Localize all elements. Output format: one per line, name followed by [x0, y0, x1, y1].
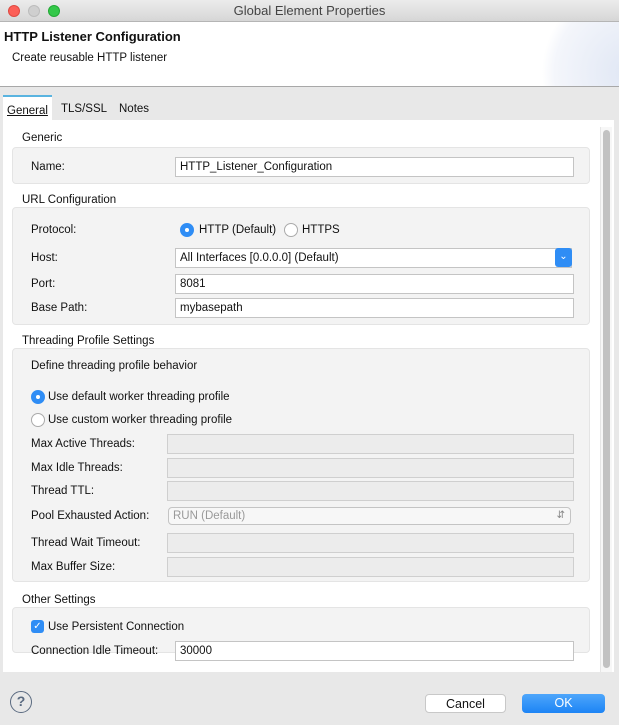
- protocol-https-radio[interactable]: [284, 223, 298, 237]
- window-title: Global Element Properties: [233, 3, 386, 18]
- ttl-input[interactable]: [167, 481, 574, 501]
- ttl-label: Thread TTL:: [31, 485, 95, 497]
- max-idle-input[interactable]: [167, 458, 574, 478]
- wait-input[interactable]: [167, 533, 574, 553]
- port-input[interactable]: 8081: [175, 274, 574, 294]
- buffer-label: Max Buffer Size:: [31, 561, 116, 573]
- protocol-https-label[interactable]: HTTPS: [302, 224, 340, 236]
- header-banner-graphic: [519, 22, 619, 86]
- host-value: All Interfaces [0.0.0.0] (Default): [180, 252, 339, 264]
- basepath-label: Base Path:: [31, 302, 88, 314]
- persistent-connection-label[interactable]: Use Persistent Connection: [48, 621, 184, 633]
- buffer-input[interactable]: [167, 557, 574, 577]
- custom-threading-label[interactable]: Use custom worker threading profile: [48, 414, 232, 426]
- ok-button[interactable]: OK: [522, 694, 605, 713]
- threading-group-title: Threading Profile Settings: [22, 335, 155, 347]
- basepath-input[interactable]: mybasepath: [175, 298, 574, 318]
- tab-notes[interactable]: Notes: [115, 95, 153, 120]
- updown-chevron-icon: ⇵: [556, 510, 565, 521]
- generic-group-title: Generic: [22, 132, 63, 144]
- help-icon[interactable]: ?: [10, 691, 32, 713]
- wait-label: Thread Wait Timeout:: [31, 537, 141, 549]
- idle-timeout-input[interactable]: 30000: [175, 641, 574, 661]
- pool-select[interactable]: RUN (Default) ⇵: [168, 507, 571, 525]
- dialog-title: HTTP Listener Configuration: [4, 29, 181, 44]
- name-label: Name:: [31, 161, 65, 173]
- custom-threading-radio[interactable]: [31, 413, 45, 427]
- cancel-button[interactable]: Cancel: [425, 694, 506, 713]
- url-group-title: URL Configuration: [22, 194, 117, 206]
- title-bar: Global Element Properties: [0, 0, 619, 22]
- pool-value: RUN (Default): [173, 510, 246, 522]
- chevron-down-icon[interactable]: ⌄: [555, 248, 572, 267]
- threading-description: Define threading profile behavior: [31, 360, 198, 372]
- tab-general[interactable]: General: [3, 95, 52, 120]
- port-label: Port:: [31, 278, 56, 290]
- protocol-http-label[interactable]: HTTP (Default): [199, 224, 276, 236]
- persistent-connection-checkbox[interactable]: ✓: [31, 620, 44, 633]
- close-window-button[interactable]: [8, 5, 20, 17]
- idle-timeout-label: Connection Idle Timeout:: [31, 645, 159, 657]
- protocol-label: Protocol:: [31, 224, 77, 236]
- scrollbar-thumb[interactable]: [603, 130, 610, 668]
- host-select[interactable]: All Interfaces [0.0.0.0] (Default): [175, 248, 572, 268]
- max-idle-label: Max Idle Threads:: [31, 462, 123, 474]
- dialog-header: HTTP Listener Configuration Create reusa…: [0, 22, 619, 87]
- default-threading-radio[interactable]: [31, 390, 45, 404]
- pool-label: Pool Exhausted Action:: [31, 510, 150, 522]
- tab-tls-ssl[interactable]: TLS/SSL: [57, 95, 111, 120]
- max-active-label: Max Active Threads:: [31, 438, 135, 450]
- host-label: Host:: [31, 252, 58, 264]
- max-active-input[interactable]: [167, 434, 574, 454]
- protocol-http-radio[interactable]: [180, 223, 194, 237]
- dialog-subtitle: Create reusable HTTP listener: [12, 52, 168, 64]
- minimize-window-button[interactable]: [28, 5, 40, 17]
- zoom-window-button[interactable]: [48, 5, 60, 17]
- name-input[interactable]: HTTP_Listener_Configuration: [175, 157, 574, 177]
- other-group-title: Other Settings: [22, 594, 96, 606]
- default-threading-label[interactable]: Use default worker threading profile: [48, 391, 230, 403]
